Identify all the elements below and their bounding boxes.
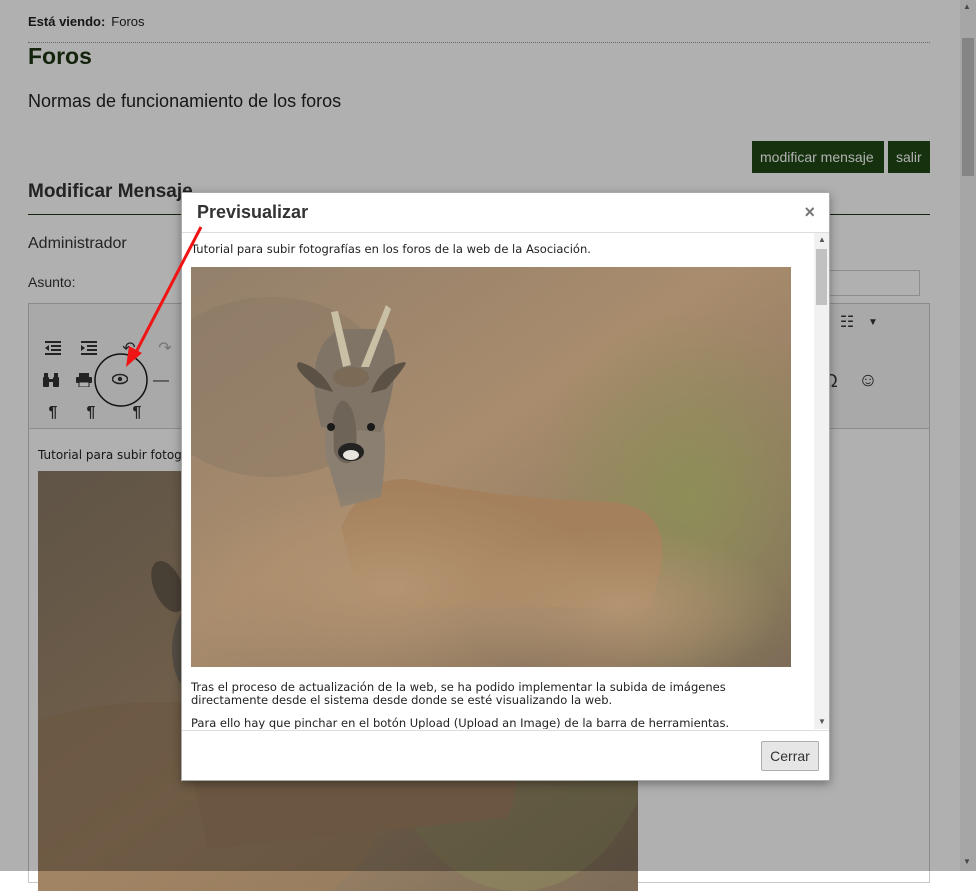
preview-scrollbar[interactable]: ▲ ▼ xyxy=(814,233,829,729)
preview-intro-text: Tutorial para subir fotografías en los f… xyxy=(191,242,591,256)
preview-dialog: Previsualizar × Tutorial para subir foto… xyxy=(181,192,830,781)
preview-paragraph-2: Para ello hay que pinchar en el botón Up… xyxy=(191,716,730,730)
scroll-up-icon[interactable]: ▲ xyxy=(818,235,826,244)
dialog-header: Previsualizar × xyxy=(182,193,829,233)
close-button[interactable]: Cerrar xyxy=(761,741,819,771)
deer-photo-preview xyxy=(191,267,791,667)
dialog-body: Tutorial para subir fotografías en los f… xyxy=(182,233,829,729)
dialog-footer: Cerrar xyxy=(182,730,829,781)
preview-scrollbar-thumb[interactable] xyxy=(816,249,827,305)
scroll-down-icon[interactable]: ▼ xyxy=(818,717,826,726)
preview-paragraph-1: Tras el proceso de actualización de la w… xyxy=(191,680,726,707)
dialog-title: Previsualizar xyxy=(197,202,309,222)
close-icon[interactable]: × xyxy=(804,202,815,223)
